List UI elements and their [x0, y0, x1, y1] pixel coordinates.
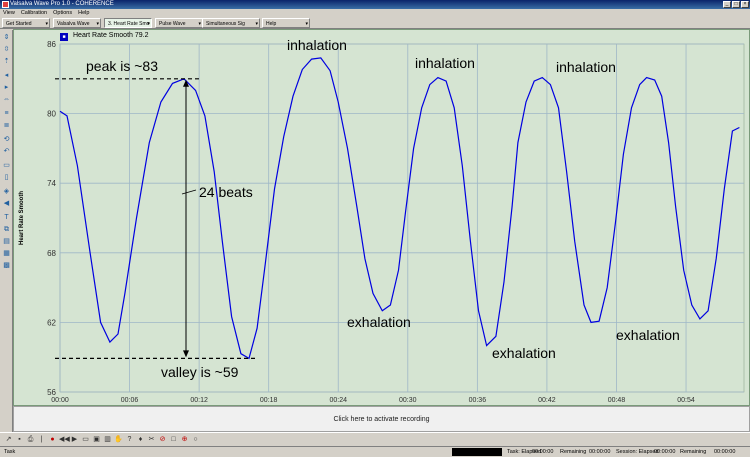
status-bar: Task Task: Elapsed 00:00:00 Remaining 00…	[0, 446, 750, 457]
x-tick-label: 00:54	[677, 397, 695, 404]
rewind-icon[interactable]: ◀◀	[59, 435, 70, 444]
y-axis-label: Heart Rate Smooth	[19, 191, 25, 246]
x-tick-label: 00:18	[260, 397, 278, 404]
annotation-peak: peak is ~83	[86, 58, 158, 74]
plot-title-text: Heart Rate Smooth 79.2	[73, 32, 149, 39]
record-icon[interactable]: ●	[48, 435, 57, 444]
display-icon[interactable]: ▣	[92, 435, 101, 444]
annotation-valley: valley is ~59	[161, 364, 239, 380]
session-remaining-label: Remaining	[680, 449, 707, 455]
app-window: Valsalva Wave Pro 1.0 - COHERENCE _ □ × …	[0, 0, 750, 457]
y-tick-label: 62	[47, 318, 56, 327]
y-tick-label: 80	[47, 110, 56, 119]
x-tick-label: 00:24	[329, 397, 347, 404]
annotation-exhalation: exhalation	[347, 314, 411, 330]
x-tick-label: 00:30	[399, 397, 417, 404]
play-icon[interactable]: ▶	[70, 435, 79, 444]
annotation-inhalation: inhalation	[556, 59, 616, 75]
open-icon[interactable]: ↗	[4, 435, 13, 444]
cut-icon[interactable]: ✂	[147, 435, 156, 444]
annotation-inhalation: inhalation	[415, 55, 475, 71]
box-icon[interactable]: □	[169, 435, 178, 444]
x-tick-label: 00:06	[121, 397, 139, 404]
activate-recording-button[interactable]: Click here to activate recording	[13, 406, 750, 432]
session-remaining-value: 00:00:00	[714, 449, 736, 455]
heart-rate-chart: 56 62 68 74 80 86 00:00 00:06 00:12 00:18 00:24 00:…	[47, 37, 745, 404]
task-progress-box	[452, 448, 502, 456]
target-icon[interactable]: ⊕	[180, 435, 189, 444]
stop-icon[interactable]: ⊘	[158, 435, 167, 444]
y-tick-label: 74	[47, 179, 56, 188]
circle-icon[interactable]: ○	[191, 435, 200, 444]
hand-icon[interactable]: ✋	[114, 435, 123, 444]
status-task: Task	[4, 449, 16, 455]
x-tick-label: 00:00	[51, 397, 69, 404]
x-tick-label: 00:36	[469, 397, 487, 404]
x-tick-label: 00:42	[538, 397, 556, 404]
plot-title: ■ Heart Rate Smooth 79.2	[60, 31, 149, 41]
session-elapsed-value: 00:00:00	[654, 449, 676, 455]
layout-icon[interactable]: ▥	[103, 435, 112, 444]
x-tick-label: 00:12	[190, 397, 208, 404]
annotation-beats: 24 beats	[199, 184, 253, 200]
annotation-exhalation: exhalation	[492, 345, 556, 361]
y-tick-label: 68	[47, 249, 56, 258]
y-tick-label: 86	[47, 40, 56, 49]
save-icon[interactable]: ▪	[15, 435, 24, 444]
window-icon[interactable]: ▭	[81, 435, 90, 444]
help-icon[interactable]: ?	[125, 435, 134, 444]
print-icon[interactable]: ⎙	[26, 435, 35, 444]
filter-icon[interactable]: ♦	[136, 435, 145, 444]
session-elapsed-label: Session: Elapsed	[616, 449, 659, 455]
task-remaining-label: Remaining	[560, 449, 587, 455]
task-remaining-value: 00:00:00	[589, 449, 611, 455]
separator: |	[40, 436, 43, 443]
channel-color-icon[interactable]: ■	[60, 33, 68, 41]
x-tick-label: 00:48	[608, 397, 626, 404]
annotation-inhalation: inhalation	[287, 37, 347, 53]
task-elapsed-value: 00:00:00	[532, 449, 554, 455]
annotation-exhalation: exhalation	[616, 327, 680, 343]
bottom-toolbar: ↗ ▪ ⎙ | ● ◀◀ ▶ ▭ ▣ ▥ ✋ ? ♦ ✂ ⊘ □ ⊕ ○	[0, 432, 750, 446]
y-tick-label: 56	[47, 388, 56, 397]
